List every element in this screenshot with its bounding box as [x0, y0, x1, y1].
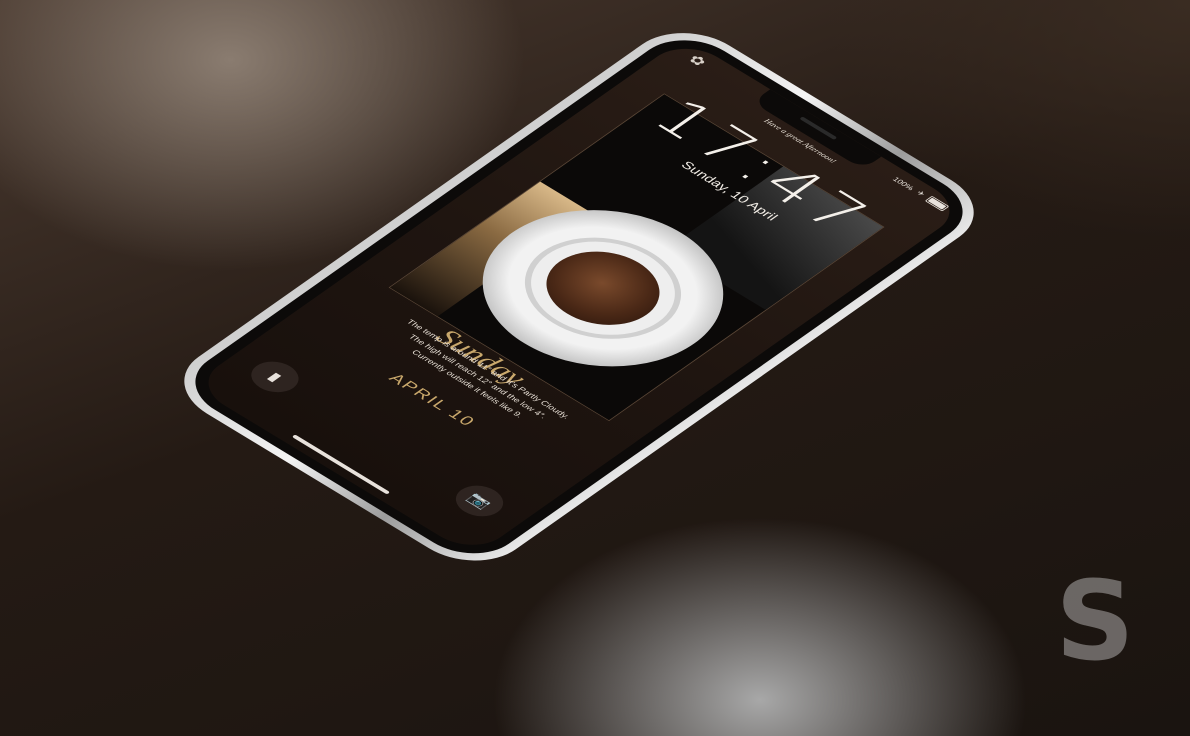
iphone-device: ✿ 100% ✈ Have a great Afternoon! 17:47 S… [159, 16, 999, 577]
battery-icon [924, 195, 950, 212]
flashlight-button[interactable]: ▮ [241, 355, 309, 399]
camera-button[interactable]: 📷 [446, 479, 513, 523]
speaker [799, 116, 838, 140]
brand-watermark-logo: S [1055, 557, 1135, 685]
home-indicator[interactable] [291, 434, 391, 495]
camera-icon: 📷 [464, 490, 496, 511]
scene: ✿ 100% ✈ Have a great Afternoon! 17:47 S… [0, 0, 1190, 736]
flashlight-icon: ▮ [264, 369, 286, 384]
battery-percent: 100% [891, 175, 917, 192]
lock-screen[interactable]: ✿ 100% ✈ Have a great Afternoon! 17:47 S… [191, 37, 967, 557]
airplane-icon: ✈ [914, 189, 928, 198]
